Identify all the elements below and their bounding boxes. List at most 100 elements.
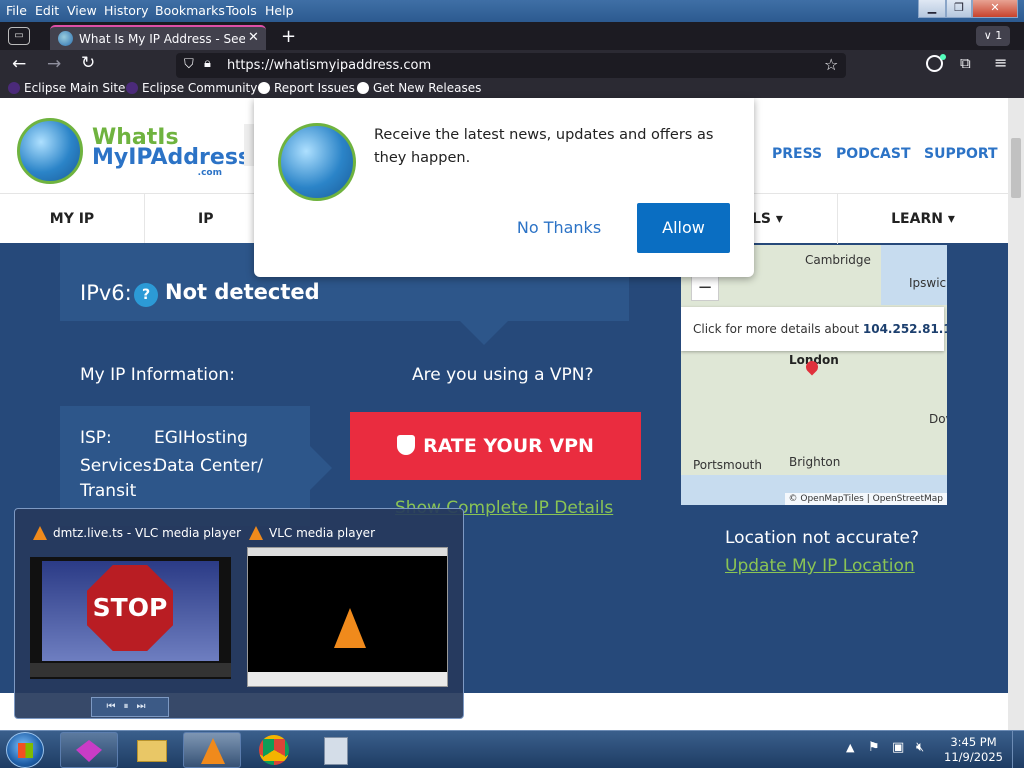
box-pointer: [460, 321, 508, 345]
menu-tools[interactable]: Tools: [226, 3, 257, 18]
allow-button[interactable]: Allow: [637, 203, 730, 253]
tab-title: What Is My IP Address - See You: [79, 32, 245, 46]
vlc-cone-icon: [249, 526, 263, 540]
ipv6-label: IPv6:: [80, 281, 132, 305]
logo-globe-icon: [17, 118, 83, 184]
site-logo-icon: [278, 123, 356, 201]
services-label: Services:: [80, 456, 158, 476]
taskbar-chrome[interactable]: [245, 732, 303, 768]
site-logo[interactable]: WhatIs MyIPAddress .com: [92, 127, 252, 179]
nav-podcast[interactable]: PODCAST: [836, 146, 911, 162]
help-question-icon[interactable]: ?: [134, 283, 158, 307]
tab-count: 1: [995, 29, 1003, 42]
services-value-1: Data Center/: [154, 456, 263, 476]
tab-list-button[interactable]: ∨ 1: [976, 26, 1010, 46]
eclipse-icon: [126, 82, 138, 94]
nav-learn[interactable]: LEARN ▾: [838, 194, 1008, 244]
bookmark-eclipse-community[interactable]: Eclipse Community: [126, 81, 257, 95]
url-text[interactable]: https://whatismyipaddress.com: [227, 58, 431, 73]
windows-logo-icon: [18, 743, 33, 758]
menu-bar: File Edit View History Bookmarks Tools H…: [0, 0, 1024, 22]
hamburger-menu-icon[interactable]: ≡: [994, 53, 1007, 72]
map-sea: [881, 245, 947, 305]
bookmarks-toolbar: Eclipse Main Site Eclipse Community Repo…: [0, 80, 1024, 98]
shield-icon: [397, 435, 416, 455]
chrome-icon: [259, 735, 289, 765]
tab-bar: ▭ What Is My IP Address - See You ✕ + ∨ …: [0, 22, 1024, 50]
show-hidden-icons[interactable]: ▲: [846, 741, 854, 754]
map-label-dover: Dov: [929, 412, 947, 426]
nav-ip-lookup[interactable]: IP LOOK: [145, 194, 255, 277]
clock-time: 3:45 PM: [950, 735, 997, 749]
clock-date: 11/9/2025: [944, 750, 1003, 764]
bookmark-report-issues[interactable]: Report Issues: [258, 81, 355, 95]
nav-press[interactable]: PRESS: [772, 146, 822, 162]
map-label-cambridge: Cambridge: [805, 253, 871, 267]
scrollbar-thumb[interactable]: [1011, 138, 1021, 198]
isp-value: EGIHosting: [154, 428, 248, 448]
calculator-icon: [324, 737, 348, 765]
no-thanks-button[interactable]: No Thanks: [509, 218, 609, 237]
start-button[interactable]: [6, 732, 44, 768]
nav-my-ip[interactable]: MY IP: [0, 194, 145, 244]
back-icon[interactable]: ←: [12, 54, 26, 74]
globe-favicon-icon: [58, 31, 73, 46]
notification-message: Receive the latest news, updates and off…: [374, 127, 714, 166]
taskbar-explorer[interactable]: [122, 732, 180, 768]
forward-icon[interactable]: →: [47, 54, 61, 74]
bookmark-get-new-releases[interactable]: Get New Releases: [357, 81, 481, 95]
map-ip: 104.252.81.132: [862, 322, 947, 336]
vpn-question: Are you using a VPN?: [412, 365, 594, 385]
preview-window-2[interactable]: [247, 547, 448, 687]
update-location-link[interactable]: Update My IP Location: [725, 556, 915, 576]
media-controls[interactable]: ⏮⏸⏭: [91, 697, 169, 717]
vlc-cone-icon: [334, 608, 366, 648]
extensions-icon[interactable]: ⧉: [960, 54, 971, 72]
minimize-button[interactable]: ▁: [918, 0, 946, 18]
action-center-flag-icon[interactable]: ⚑: [868, 740, 880, 755]
map-label-brighton: Brighton: [789, 455, 841, 469]
bookmark-star-icon[interactable]: ☆: [824, 55, 838, 74]
tab-whatismyip[interactable]: What Is My IP Address - See You ✕: [50, 25, 266, 50]
menu-edit[interactable]: Edit: [35, 3, 59, 18]
menu-help[interactable]: Help: [265, 3, 294, 18]
taskbar-calculator[interactable]: [307, 732, 365, 768]
new-tab-button[interactable]: +: [281, 26, 296, 47]
location-map[interactable]: Cambridge Ipswich London Portsmouth Brig…: [681, 245, 947, 505]
show-desktop-button[interactable]: [1012, 731, 1024, 768]
close-window-button[interactable]: ✕: [972, 0, 1018, 18]
services-value-2: Transit: [80, 481, 137, 501]
eclipse-icon: [8, 82, 20, 94]
info-pointer: [310, 446, 332, 490]
maximize-button[interactable]: ❐: [946, 0, 972, 18]
vlc-cone-icon: [201, 738, 225, 764]
nav-tools[interactable]: LS ▾: [740, 194, 838, 244]
menu-view[interactable]: View: [67, 3, 97, 18]
url-bar[interactable]: ⛉ 🔒︎ https://whatismyipaddress.com ☆: [176, 53, 846, 78]
reload-icon[interactable]: ↻: [81, 53, 95, 73]
logo-text-2: MyIPAddress: [92, 145, 252, 170]
rate-vpn-button[interactable]: RATE YOUR VPN: [350, 412, 641, 480]
network-icon[interactable]: ▣: [892, 740, 904, 755]
preview-window-1[interactable]: STOP: [30, 557, 231, 679]
map-info-popup[interactable]: Click for more details about 104.252.81.…: [681, 307, 947, 351]
page-scrollbar[interactable]: [1008, 98, 1024, 730]
menu-history[interactable]: History: [104, 3, 148, 18]
map-zoom-out-button[interactable]: −: [691, 275, 719, 301]
tracking-shield-icon[interactable]: ⛉: [184, 57, 194, 72]
system-clock[interactable]: 3:45 PM 11/9/2025: [944, 735, 1003, 765]
bookmark-eclipse-main[interactable]: Eclipse Main Site: [8, 81, 125, 95]
taskbar-vlc[interactable]: [183, 732, 241, 768]
vlc-cone-icon: [33, 526, 47, 540]
taskbar-app-purple[interactable]: [60, 732, 118, 768]
firefox-view-icon[interactable]: ▭: [8, 27, 30, 45]
nav-support[interactable]: SUPPORT: [924, 146, 998, 162]
menu-bookmarks[interactable]: Bookmarks: [155, 3, 225, 18]
nav-toolbar: ← → ↻ ⛉ 🔒︎ https://whatismyipaddress.com…: [0, 50, 1024, 80]
menu-file[interactable]: File: [6, 3, 27, 18]
lock-icon[interactable]: 🔒︎: [204, 56, 211, 71]
volume-muted-icon[interactable]: 🔇︎: [916, 740, 924, 755]
close-tab-icon[interactable]: ✕: [248, 30, 259, 45]
map-attribution[interactable]: © OpenMapTiles | OpenStreetMap: [784, 493, 947, 505]
preview-title-1: dmtz.live.ts - VLC media player: [53, 526, 242, 540]
